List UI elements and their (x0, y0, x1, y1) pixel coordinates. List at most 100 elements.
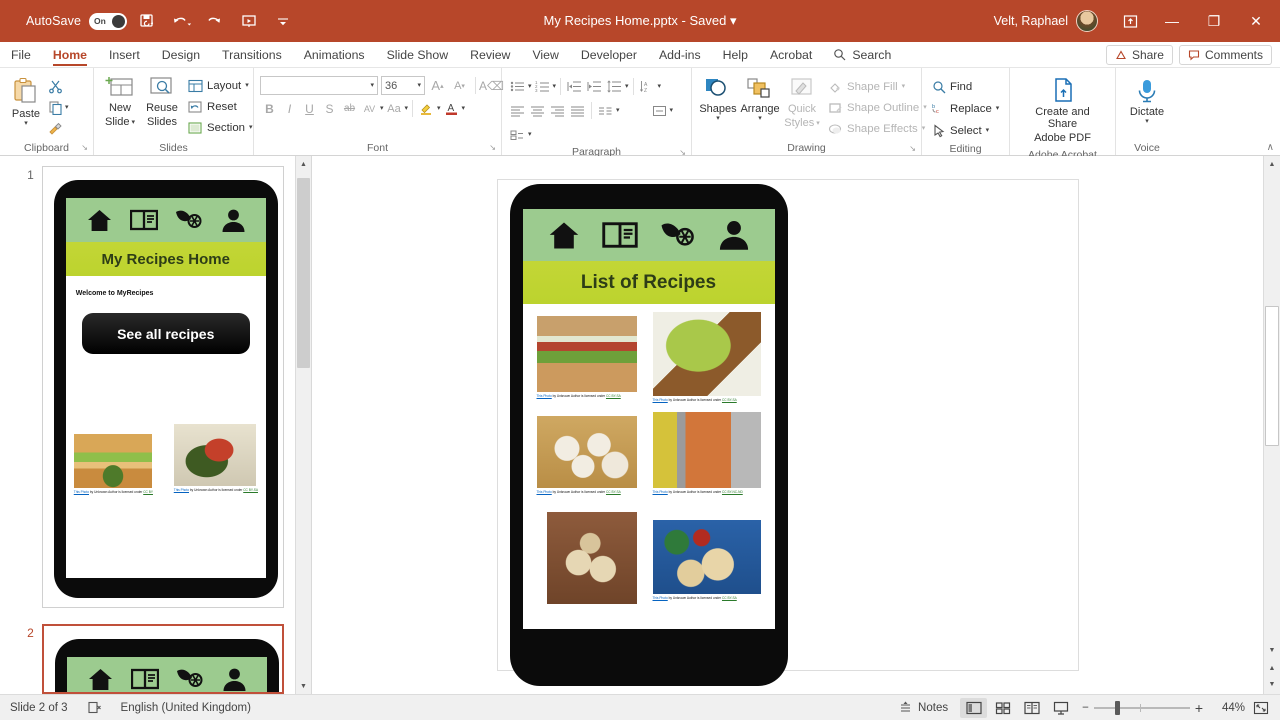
align-center-button[interactable] (528, 101, 547, 120)
accessibility-checker-icon[interactable] (78, 695, 111, 720)
tab-developer[interactable]: Developer (570, 42, 648, 67)
puchka-platter-photo[interactable] (653, 520, 761, 594)
bullets-button[interactable] (508, 77, 527, 96)
pani-puri-photo[interactable] (547, 512, 637, 604)
layout-button[interactable]: Layout ▾ (184, 76, 257, 96)
new-slide-button[interactable]: New Slide ▾ (100, 73, 140, 131)
grilled-sandwich-photo[interactable] (74, 434, 152, 488)
steamed-dumplings-photo[interactable] (537, 416, 637, 488)
replace-button[interactable]: bc Replace ▾ (928, 99, 1003, 119)
layout-chevron-down-icon[interactable]: ▾ (245, 83, 249, 89)
undo-icon[interactable] (167, 8, 195, 34)
photo-link-2[interactable]: This Photo (174, 488, 189, 492)
reading-view-button[interactable] (1018, 698, 1045, 718)
new-slide-chevron-down-icon[interactable]: ▾ (131, 120, 135, 126)
ribbon-display-options-icon[interactable] (1110, 4, 1150, 38)
copy-button[interactable] (46, 98, 65, 117)
tab-insert[interactable]: Insert (98, 42, 151, 67)
zoom-track[interactable] (1094, 707, 1190, 709)
document-title[interactable]: My Recipes Home.pptx (544, 13, 678, 28)
recipe-book-icon[interactable] (131, 667, 159, 691)
restore-button[interactable]: ❐ (1194, 4, 1234, 38)
align-right-button[interactable] (548, 101, 567, 120)
zoom-level[interactable]: 44% (1211, 702, 1245, 714)
license-link-6[interactable]: CC BY-SA (722, 596, 737, 600)
arrange-chevron-down-icon[interactable]: ▾ (758, 116, 762, 122)
decrease-indent-button[interactable] (565, 77, 584, 96)
thumbnail-scroll-thumb[interactable] (297, 178, 310, 368)
quick-styles-chevron-down-icon[interactable]: ▾ (816, 121, 820, 127)
account-icon[interactable] (222, 667, 247, 692)
clipboard-dialog-launcher[interactable]: ↘ (81, 143, 88, 152)
share-button[interactable]: Share (1106, 45, 1173, 65)
dictate-chevron-down-icon[interactable]: ▾ (1145, 119, 1149, 125)
cornucopia-icon[interactable] (175, 666, 205, 692)
paste-button[interactable]: Paste ▾ (6, 73, 46, 129)
collapse-ribbon-icon[interactable]: ∧ (1267, 142, 1274, 153)
font-dialog-launcher[interactable]: ↘ (489, 143, 496, 152)
reset-button[interactable]: Reset (184, 97, 257, 117)
see-all-recipes-button[interactable]: See all recipes (82, 313, 250, 354)
photo-link-4[interactable]: This Photo (653, 490, 668, 494)
save-state[interactable]: Saved (689, 13, 726, 28)
change-case-button[interactable]: Aa (385, 99, 404, 118)
zoom-in-button[interactable]: + (1195, 700, 1203, 716)
columns-button[interactable] (596, 101, 615, 120)
shape-fill-chevron-down-icon[interactable]: ▾ (902, 84, 906, 90)
photo-link-1[interactable]: This Photo (74, 490, 89, 494)
copy-chevron-down-icon[interactable]: ▾ (65, 105, 69, 111)
indian-thali-photo[interactable] (653, 412, 761, 488)
font-color-button[interactable]: A (442, 99, 461, 118)
text-direction-chevron-down-icon[interactable]: ▾ (658, 84, 662, 90)
shapes-chevron-down-icon[interactable]: ▾ (716, 116, 720, 122)
customize-quick-access-icon[interactable] (269, 8, 297, 34)
tab-view[interactable]: View (521, 42, 569, 67)
arrange-button[interactable]: Arrange ▾ (740, 74, 780, 124)
close-button[interactable]: ✕ (1236, 4, 1276, 38)
numbering-button[interactable]: 123 (533, 77, 552, 96)
text-direction-button[interactable]: AZ (638, 77, 657, 96)
paste-chevron-down-icon[interactable]: ▾ (24, 121, 28, 127)
slide-sorter-button[interactable] (989, 698, 1016, 718)
save-icon[interactable] (133, 8, 161, 34)
character-spacing-button[interactable]: AV (360, 99, 379, 118)
recipe-book-icon[interactable] (602, 220, 638, 250)
zoom-slider[interactable]: − + (1082, 700, 1203, 716)
replace-chevron-down-icon[interactable]: ▾ (996, 106, 1000, 112)
highlight-chevron-down-icon[interactable]: ▾ (437, 106, 441, 112)
search-input[interactable]: Search (823, 42, 901, 67)
account-icon[interactable] (718, 219, 750, 251)
home-icon[interactable] (547, 220, 581, 251)
thumbnail-scroll-down-button[interactable]: ▼ (296, 678, 311, 694)
account-icon[interactable] (221, 208, 246, 233)
columns-chevron-down-icon[interactable]: ▾ (616, 108, 620, 114)
tab-help[interactable]: Help (712, 42, 759, 67)
photo-link-2[interactable]: This Photo (653, 398, 668, 402)
convert-to-smartart-button[interactable] (508, 125, 527, 144)
home-icon[interactable] (87, 667, 114, 692)
section-button[interactable]: Section ▾ (184, 118, 257, 138)
cornucopia-icon[interactable] (659, 219, 697, 252)
zoom-handle[interactable] (1115, 701, 1120, 715)
bold-button[interactable]: B (260, 99, 279, 118)
increase-font-size-button[interactable]: A▴ (428, 76, 447, 95)
font-size-chevron-down-icon[interactable]: ▾ (417, 83, 421, 89)
shape-effects-button[interactable]: Shape Effects ▾ (824, 119, 931, 139)
create-share-pdf-button[interactable]: Create and Share Adobe PDF (1016, 75, 1109, 147)
italic-button[interactable]: I (280, 99, 299, 118)
line-spacing-button[interactable] (605, 77, 624, 96)
format-painter-button[interactable] (46, 119, 65, 138)
previous-slide-button[interactable]: ▲ (1264, 660, 1280, 676)
tab-design[interactable]: Design (151, 42, 211, 67)
slideshow-button[interactable] (1047, 698, 1074, 718)
drawing-dialog-launcher[interactable]: ↘ (909, 144, 916, 153)
slide-thumbnail-1[interactable]: My Recipes Home Welcome to MyRecipes See… (42, 166, 284, 608)
title-chevron-down-icon[interactable]: ▾ (730, 13, 737, 28)
align-left-button[interactable] (508, 101, 527, 120)
increase-indent-button[interactable] (585, 77, 604, 96)
tab-home[interactable]: Home (42, 42, 98, 67)
text-shadow-button[interactable]: S (320, 99, 339, 118)
photo-link-6[interactable]: This Photo (653, 596, 668, 600)
tab-acrobat[interactable]: Acrobat (759, 42, 823, 67)
justify-button[interactable] (568, 101, 587, 120)
